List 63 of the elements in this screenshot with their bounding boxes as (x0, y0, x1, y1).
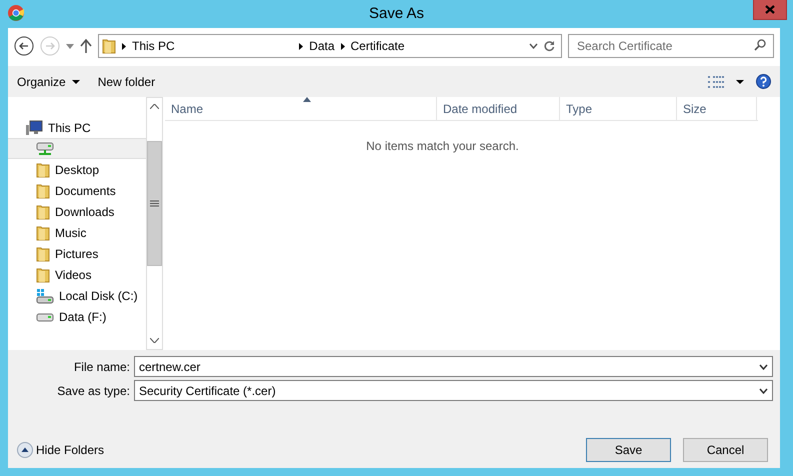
dropdown-icon[interactable] (66, 44, 74, 48)
nav-item[interactable]: Music (8, 222, 146, 243)
scroll-up-icon[interactable] (150, 104, 159, 109)
network-drive-icon (36, 142, 54, 156)
nav-item[interactable]: Desktop (8, 159, 146, 180)
file-name-field[interactable]: certnew.cer (134, 356, 773, 377)
nav-item[interactable]: Downloads (8, 201, 146, 222)
file-type-dropdown[interactable]: Security Certificate (*.cer) (134, 380, 773, 401)
nav-item[interactable]: Pictures (8, 243, 146, 264)
save-button[interactable]: Save (586, 438, 671, 462)
nav-item[interactable]: Videos (8, 264, 146, 285)
column-header[interactable]: Date modified (437, 97, 560, 120)
column-header[interactable]: Name (165, 97, 437, 120)
scroll-down-icon[interactable] (150, 338, 159, 343)
caret-icon (72, 80, 80, 84)
browser-logo-icon (8, 5, 24, 21)
nav-item[interactable]: This PC (8, 117, 146, 138)
breadcrumb-arrow-icon[interactable] (122, 42, 126, 50)
empty-message: No items match your search. (366, 139, 519, 153)
nav-item[interactable]: Local Disk (C:) (8, 285, 146, 306)
folder-icon (36, 204, 50, 220)
breadcrumb-item[interactable]: This PC (132, 37, 175, 55)
folder-icon (36, 182, 50, 198)
grip-icon[interactable] (150, 200, 159, 207)
nav-item[interactable]: Data (F:) (8, 306, 146, 327)
caret-icon[interactable] (736, 80, 744, 84)
new-folder-button[interactable]: New folder (92, 72, 162, 90)
breadcrumb-item[interactable]: Certificate (350, 37, 405, 55)
column-header[interactable]: Type (560, 97, 677, 120)
nav-drive-item[interactable] (8, 138, 146, 159)
search-icon[interactable] (754, 39, 766, 51)
nav-item[interactable]: Documents (8, 180, 146, 201)
disk-drive-icon (36, 288, 54, 304)
folder-icon (36, 246, 50, 262)
folder-icon (36, 224, 50, 240)
close-icon (765, 5, 775, 14)
dropdown-icon (759, 388, 768, 394)
dropdown-icon (759, 364, 768, 370)
close-button[interactable] (753, 0, 787, 20)
refresh-icon[interactable] (544, 40, 556, 52)
up-arrow-icon[interactable] (80, 39, 92, 53)
field-label: Save as type: (56, 382, 131, 400)
view-list-icon[interactable] (708, 76, 724, 88)
folder-icon (36, 162, 50, 178)
help-icon[interactable] (756, 74, 771, 89)
address-bar[interactable]: This PC Data Certificate (98, 34, 562, 58)
organize-menu[interactable]: Organize (11, 72, 86, 90)
breadcrumb-arrow-icon[interactable] (299, 42, 304, 50)
back-icon[interactable] (14, 36, 34, 56)
scrollbar[interactable] (146, 97, 163, 350)
hide-folders-button[interactable]: Hide Folders (17, 441, 104, 459)
dropdown-icon[interactable] (529, 43, 538, 49)
column-header[interactable]: Size (677, 97, 757, 120)
search-field[interactable]: Search Certificate (568, 34, 774, 58)
disk-drive-icon (36, 312, 54, 322)
field-label: File name: (72, 358, 131, 376)
folder-icon (102, 38, 116, 54)
breadcrumb-item[interactable]: Data (309, 37, 335, 55)
breadcrumb-arrow-icon[interactable] (340, 42, 345, 50)
computer-icon (26, 120, 43, 136)
cancel-button[interactable]: Cancel (683, 438, 768, 462)
folder-icon (36, 266, 50, 282)
window-title: Save As (368, 5, 424, 22)
